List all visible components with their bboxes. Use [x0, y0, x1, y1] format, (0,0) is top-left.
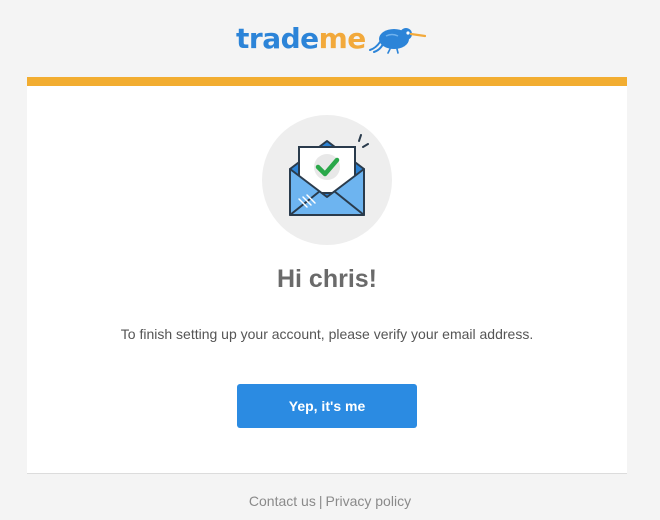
- kiwi-bird-icon: [368, 28, 426, 54]
- greeting-heading: Hi chris!: [276, 265, 378, 293]
- email-page: trademe Hi chris! To finish setting up y…: [0, 0, 660, 520]
- contact-us-link[interactable]: Contact us: [249, 493, 316, 509]
- icon-badge: [262, 115, 392, 245]
- card-accent-bar: [27, 77, 627, 86]
- trademe-logo[interactable]: trademe: [236, 22, 432, 56]
- logo-wordmark: trademe: [236, 22, 366, 56]
- privacy-policy-link[interactable]: Privacy policy: [325, 493, 411, 509]
- footer-divider: [27, 473, 627, 474]
- email-verified-icon: [289, 134, 369, 216]
- verification-message: To finish setting up your account, pleas…: [120, 326, 534, 342]
- logo-text-me: me: [318, 22, 367, 55]
- footer: Contact us | Privacy policy: [0, 492, 660, 510]
- verify-email-button[interactable]: Yep, it's me: [237, 384, 417, 428]
- footer-separator: |: [318, 493, 323, 509]
- verification-card: Hi chris! To finish setting up your acco…: [27, 77, 627, 473]
- logo-text-trade: trade: [236, 22, 319, 55]
